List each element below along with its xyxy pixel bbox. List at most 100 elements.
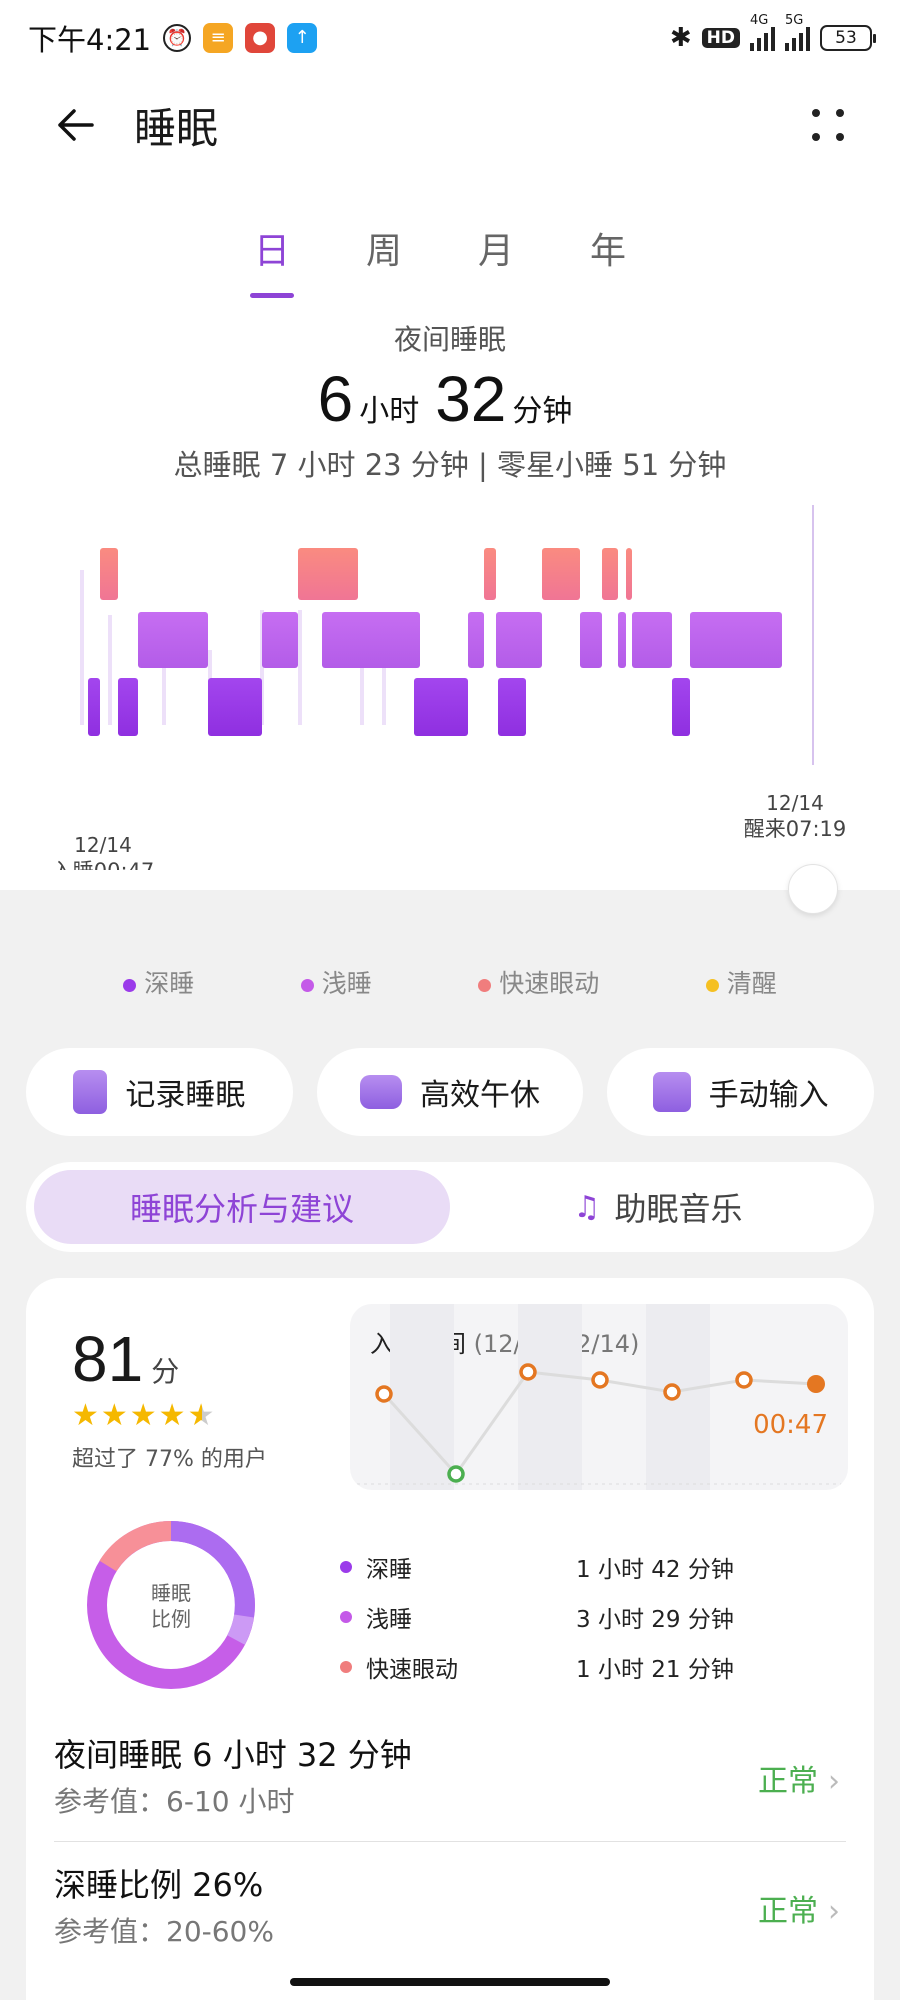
legend-awake: 清醒 [705,964,777,1000]
content-switcher: 睡眠分析与建议 ♫ 助眠音乐 [26,1162,874,1252]
tab-year[interactable]: 年 [586,222,630,274]
breakdown-deep: 深睡 1 小时 42 分钟 [340,1542,800,1592]
light-segment [468,612,484,668]
legend-rem: 快速眼动 [478,964,599,1000]
trend-point [735,1371,753,1389]
status-time: 下午4:21 [28,23,152,57]
chart-legend: 深睡 浅睡 快速眼动 清醒 [0,964,900,1000]
metric-reference: 参考值：6-10 小时 [54,1785,295,1818]
metric-reference: 参考值：20-60% [54,1915,274,1948]
tab-sleep-music[interactable]: ♫ 助眠音乐 [450,1170,866,1244]
music-app-icon: ● [245,23,276,53]
hd-badge: HD [701,28,740,48]
bedtime-latest: 00:47 [753,1410,828,1440]
trend-point [591,1371,609,1389]
manual-input-button[interactable]: 手动输入 [607,1048,875,1136]
upload-icon: ↑ [287,23,318,53]
quick-actions: 记录睡眠 高效午休 手动输入 [26,1048,875,1136]
light-segment [138,612,208,668]
trend-point [447,1465,465,1483]
divider [54,1841,846,1842]
status-bar: 下午4:21 ⏰ ≡ ● ↑ ✱ HD 4G 5G 53 [28,13,876,58]
tab-sleep-analysis[interactable]: 睡眠分析与建议 [34,1170,450,1244]
deep-segment [498,678,526,736]
back-arrow-icon[interactable] [52,101,100,149]
rem-segment [484,548,496,600]
summary-hours: 6 [317,363,354,435]
trend-point [519,1363,537,1381]
sleep-score: 81 分 ★★★★★ 超过了 77% 的用户 [72,1322,267,1473]
bedtime-trend-chart [350,1304,848,1490]
light-segment [690,612,782,668]
stage-breakdown: 深睡 1 小时 42 分钟 浅睡 3 小时 29 分钟 快速眼动 1 小时 21 分钟 [340,1542,800,1692]
rem-segment [602,548,618,600]
legend-light: 浅睡 [300,964,372,1000]
chart-end-label: 12/14 醒来07:19 [743,791,847,841]
donut-label: 睡眠 比例 [151,1581,191,1631]
chart-deep-bars [88,678,690,736]
light-segment [580,612,602,668]
deep-segment [118,678,138,736]
deep-segment [672,678,690,736]
summary-minutes-unit: 分钟 [512,394,573,429]
sleep-summary: 夜间睡眠 6 小时 32 分钟 总睡眠 7 小时 23 分钟 | 零星小睡 51… [0,318,900,484]
trend-point [375,1385,393,1403]
zzz-icon [360,1075,402,1109]
light-segment [496,612,542,668]
summary-subtitle: 总睡眠 7 小时 23 分钟 | 零星小睡 51 分钟 [173,448,727,482]
metric-title: 深睡比例 26% [54,1866,264,1904]
nap-button[interactable]: 高效午休 [316,1048,584,1136]
metric-title: 夜间睡眠 6 小时 32 分钟 [54,1736,412,1774]
alarm-icon: ⏰ [163,24,192,52]
summary-hours-unit: 小时 [359,394,420,429]
wake-marker-line [812,505,814,765]
legend-deep: 深睡 [123,964,194,1000]
panel-curve [0,870,900,888]
chart-light-bars [138,612,782,668]
chevron-right-icon: › [828,1764,840,1799]
score-percentile: 超过了 77% 的用户 [72,1447,267,1472]
light-segment [618,612,626,668]
signal-5g-icon: 5G [785,13,810,51]
home-indicator[interactable] [290,1978,610,1986]
signal-4g-icon: 4G [750,13,775,51]
light-segment [632,612,672,668]
tab-week[interactable]: 周 [362,222,406,274]
tab-month[interactable]: 月 [474,222,518,274]
chart-scrubber-handle[interactable] [788,864,838,914]
rem-segment [542,548,580,600]
edit-note-icon [652,1072,691,1112]
bedtime-trend-card[interactable]: 入睡时间 (12/08-12/14) 00:47 [350,1304,848,1490]
deep-segment [88,678,100,736]
tab-day[interactable]: 日 [250,222,294,298]
top-panel: 下午4:21 ⏰ ≡ ● ↑ ✱ HD 4G 5G 53 睡眠 日 周 月 年 … [0,0,900,890]
chevron-right-icon: › [828,1894,840,1929]
page-title: 睡眠 [134,103,219,153]
trend-point-latest [807,1375,825,1393]
breakdown-rem: 快速眼动 1 小时 21 分钟 [340,1642,800,1692]
period-tabs: 日 周 月 年 [250,222,630,298]
metric-status[interactable]: 正常 › [758,1756,840,1800]
sleep-stage-chart[interactable] [60,500,850,800]
trend-point [663,1383,681,1401]
battery-indicator: 53 [820,25,876,51]
breakdown-light: 浅睡 3 小时 29 分钟 [340,1592,800,1642]
rem-segment [100,548,118,600]
metric-status[interactable]: 正常 › [758,1886,840,1930]
bluetooth-icon: ✱ [669,23,692,53]
score-unit: 分 [151,1355,180,1388]
summary-minutes: 32 [435,363,507,435]
music-note-icon: ♫ [573,1189,601,1225]
metric-night-sleep[interactable]: 夜间睡眠 6 小时 32 分钟 参考值：6-10 小时 正常 › [26,1730,874,1840]
chart-rem-bars [100,548,632,600]
deep-segment [414,678,468,736]
app-header: 睡眠 [52,95,848,155]
summary-label: 夜间睡眠 [393,323,506,356]
record-sleep-button[interactable]: 记录睡眠 [26,1048,293,1136]
app-notification-icon: ≡ [203,23,234,53]
metric-deep-ratio[interactable]: 深睡比例 26% 参考值：20-60% 正常 › [26,1860,874,1970]
light-segment [322,612,420,668]
rem-segment [298,548,358,600]
deep-segment [208,678,262,736]
more-options-icon[interactable] [808,105,848,145]
